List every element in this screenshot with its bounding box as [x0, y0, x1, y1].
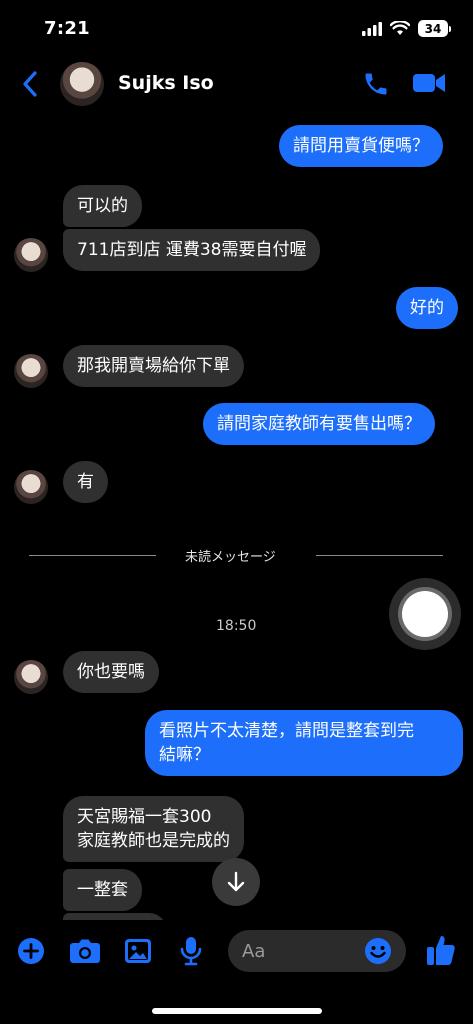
message-input-placeholder: Aa	[242, 940, 266, 962]
message-line: 天宮賜福一套300	[77, 807, 212, 827]
message-incoming[interactable]: 可以的	[63, 185, 142, 227]
message-line: 看照片不太清楚，請問是整套到完	[159, 721, 414, 741]
home-indicator	[152, 1008, 322, 1014]
video-call-button[interactable]	[412, 70, 446, 100]
message-input[interactable]: Aa	[228, 930, 406, 972]
contact-avatar[interactable]	[60, 62, 104, 106]
sender-avatar[interactable]	[14, 660, 48, 694]
sender-avatar[interactable]	[14, 238, 48, 272]
wifi-icon	[390, 21, 410, 35]
thumbs-up-icon	[427, 936, 455, 965]
voice-call-button[interactable]	[362, 70, 390, 102]
message-incoming[interactable]: 那我開賣場給你下單	[63, 345, 244, 387]
cellular-signal-icon	[362, 21, 382, 36]
message-outgoing[interactable]: 看照片不太清楚，請問是整套到完 結嘛？	[145, 710, 463, 776]
sender-avatar[interactable]	[14, 354, 48, 388]
message-outgoing[interactable]: 好的	[396, 287, 458, 329]
message-incoming[interactable]: 一整套	[63, 869, 142, 911]
status-time: 7:21	[44, 18, 90, 39]
like-button[interactable]	[426, 934, 456, 970]
battery-cap	[449, 25, 451, 32]
battery-indicator: 34	[418, 20, 448, 37]
chevron-left-icon	[23, 71, 37, 97]
video-camera-icon	[413, 74, 445, 92]
message-line: 結嘛？	[159, 745, 210, 765]
status-icons: 34	[362, 20, 451, 37]
message-incoming[interactable]: 天宮賜福一套300 家庭教師也是完成的	[63, 796, 244, 862]
message-outgoing[interactable]: 請問用賣貨便嗎？	[279, 125, 443, 167]
unread-divider-label: 未読メッセージ	[185, 550, 276, 565]
scroll-to-bottom-button[interactable]	[212, 858, 260, 906]
contact-name[interactable]: Sujks Iso	[118, 72, 214, 94]
record-circle-icon	[402, 591, 448, 637]
message-line: 家庭教師也是完成的	[77, 831, 230, 851]
floating-record-button[interactable]	[389, 578, 461, 650]
message-incoming[interactable]: 711店到店 運費38需要自付喔	[63, 229, 321, 271]
camera-button[interactable]	[69, 938, 101, 968]
sender-avatar[interactable]	[14, 470, 48, 504]
camera-icon	[70, 939, 100, 963]
timestamp: 18:50	[216, 618, 257, 634]
phone-icon	[365, 73, 387, 95]
message-incoming[interactable]: 你也要嗎	[63, 651, 159, 693]
plus-circle-icon	[18, 938, 44, 964]
more-actions-button[interactable]	[17, 937, 45, 969]
divider-line	[316, 555, 443, 556]
emoji-icon[interactable]	[364, 937, 392, 965]
divider-line	[29, 555, 156, 556]
gallery-button[interactable]	[124, 938, 152, 968]
microphone-icon	[180, 937, 202, 966]
message-outgoing[interactable]: 請問家庭教師有要售出嗎？	[203, 403, 435, 445]
voice-message-button[interactable]	[180, 936, 202, 970]
back-button[interactable]	[20, 70, 40, 102]
image-icon	[125, 939, 151, 963]
arrow-down-icon	[227, 871, 245, 892]
message-incoming[interactable]: 有	[63, 461, 108, 503]
